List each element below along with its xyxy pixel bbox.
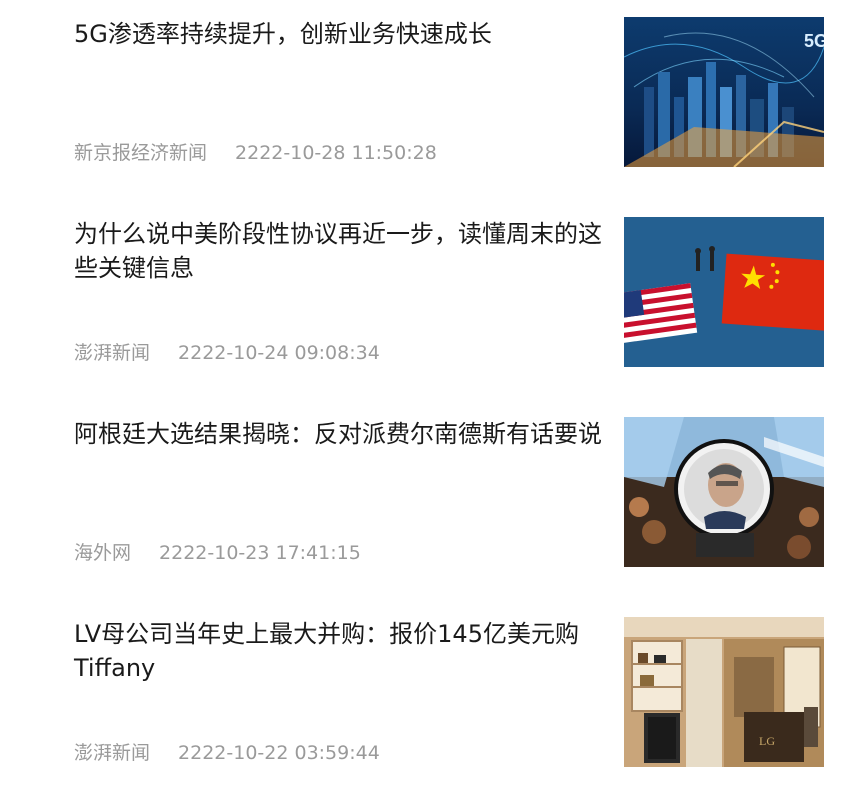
news-time: 2222-10-22 03:59:44 <box>178 742 380 764</box>
5g-city-skyline-image: 5G <box>624 17 824 167</box>
news-source: 新京报经济新闻 <box>74 142 208 164</box>
news-source: 澎湃新闻 <box>74 342 151 364</box>
news-item[interactable]: LV母公司当年史上最大并购：报价145亿美元购Tiffany 澎湃新闻 2222-… <box>0 617 850 767</box>
news-thumbnail[interactable] <box>624 417 824 567</box>
news-title[interactable]: 5G渗透率持续提升，创新业务快速成长 <box>74 17 604 51</box>
news-title[interactable]: 阿根廷大选结果揭晓：反对派费尔南德斯有话要说 <box>74 417 604 451</box>
5g-label: 5G <box>804 31 824 51</box>
news-item[interactable]: 为什么说中美阶段性协议再近一步，读懂周末的这些关键信息 澎湃新闻 2222-10-… <box>0 217 850 367</box>
news-source: 澎湃新闻 <box>74 742 151 764</box>
news-thumbnail[interactable]: LG <box>624 617 824 767</box>
us-china-flags-image <box>624 217 824 367</box>
argentina-crowd-drum-image <box>624 417 824 567</box>
news-time: 2222-10-28 11:50:28 <box>235 142 437 164</box>
news-thumbnail[interactable] <box>624 217 824 367</box>
news-meta: 新京报经济新闻 2222-10-28 11:50:28 <box>74 141 437 165</box>
news-meta: 澎湃新闻 2222-10-22 03:59:44 <box>74 741 380 765</box>
news-thumbnail[interactable]: 5G <box>624 17 824 167</box>
news-feed: 5G渗透率持续提升，创新业务快速成长 新京报经济新闻 2222-10-28 11:… <box>0 0 850 800</box>
news-meta: 海外网 2222-10-23 17:41:15 <box>74 541 361 565</box>
news-meta: 澎湃新闻 2222-10-24 09:08:34 <box>74 341 380 365</box>
news-time: 2222-10-24 09:08:34 <box>178 342 380 364</box>
news-title[interactable]: LV母公司当年史上最大并购：报价145亿美元购Tiffany <box>74 617 604 685</box>
store-label: LG <box>759 734 775 748</box>
news-source: 海外网 <box>74 542 132 564</box>
news-time: 2222-10-23 17:41:15 <box>159 542 361 564</box>
luxury-store-interior-image: LG <box>624 617 824 767</box>
news-item[interactable]: 阿根廷大选结果揭晓：反对派费尔南德斯有话要说 海外网 2222-10-23 17:… <box>0 417 850 567</box>
news-item[interactable]: 5G渗透率持续提升，创新业务快速成长 新京报经济新闻 2222-10-28 11:… <box>0 17 850 167</box>
news-title[interactable]: 为什么说中美阶段性协议再近一步，读懂周末的这些关键信息 <box>74 217 604 285</box>
